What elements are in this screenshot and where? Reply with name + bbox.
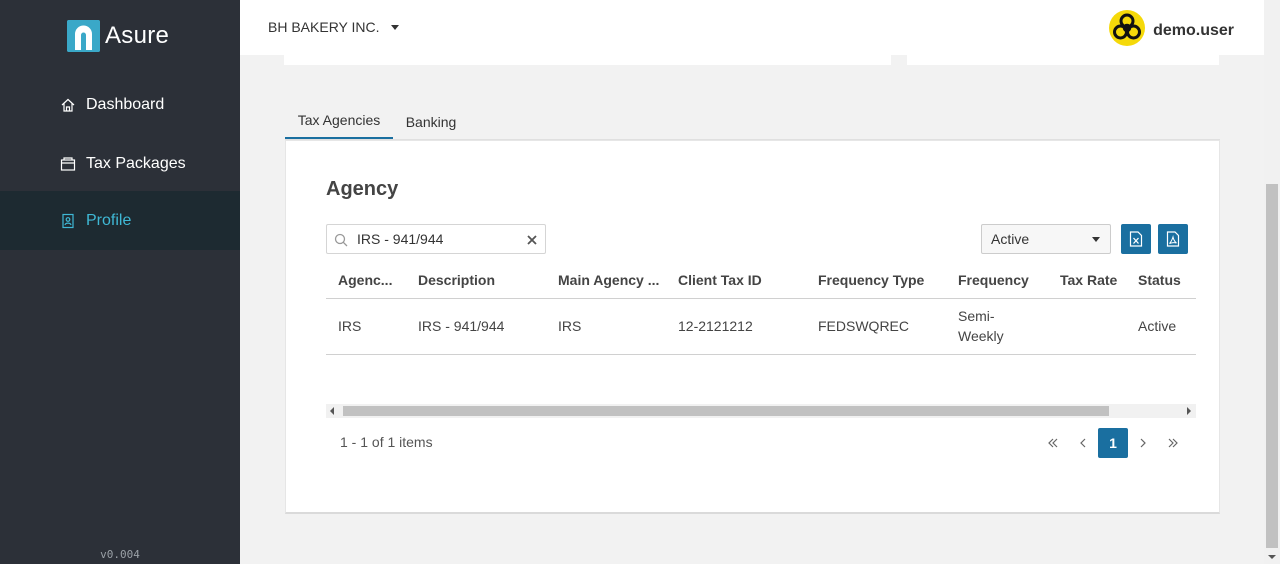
cell-main-agency: IRS (558, 318, 582, 334)
sidebar-item-dashboard[interactable]: Dashboard (0, 75, 240, 134)
chevron-down-icon (390, 24, 399, 30)
sidebar-item-profile[interactable]: Profile (0, 191, 240, 250)
sidebar: Asure Dashboard Tax Packages Profile v0.… (0, 0, 240, 564)
tab-banking[interactable]: Banking (397, 103, 465, 140)
column-header-frequency-type[interactable]: Frequency Type (818, 272, 924, 288)
chevron-down-icon (1092, 237, 1100, 242)
company-selector[interactable]: BH BAKERY INC. (268, 19, 399, 35)
scrollbar-thumb[interactable] (343, 406, 1109, 416)
column-header-frequency[interactable]: Frequency (958, 272, 1029, 288)
scroll-left-icon[interactable] (330, 407, 334, 415)
biohazard-icon (1109, 10, 1146, 46)
pdf-export-icon (1166, 231, 1180, 247)
chevron-left-icon (1080, 438, 1086, 448)
grid-header: Agenc... Description Main Agency ... Cli… (326, 260, 1196, 299)
home-icon (60, 97, 76, 113)
sidebar-item-label: Profile (86, 211, 132, 229)
tab-tax-agencies[interactable]: Tax Agencies (285, 103, 393, 140)
summary-card-left (284, 55, 891, 65)
profile-icon (60, 213, 76, 229)
brand-name: Asure (105, 22, 170, 49)
sidebar-item-label: Tax Packages (86, 154, 186, 172)
user-name: demo.user (1153, 21, 1234, 39)
scrollbar-thumb[interactable] (1266, 184, 1278, 548)
search-icon (334, 233, 348, 252)
cell-description: IRS - 941/944 (418, 318, 505, 334)
top-bar: BH BAKERY INC. demo.user (240, 0, 1264, 55)
cell-frequency-type: FEDSWQREC (818, 318, 909, 334)
excel-export-icon (1129, 231, 1143, 247)
cell-status: Active (1138, 318, 1177, 334)
scroll-down-icon[interactable] (1268, 555, 1276, 559)
user-menu[interactable]: demo.user (1109, 10, 1234, 51)
double-chevron-right-icon (1168, 438, 1178, 448)
cell-frequency: Semi- Weekly (958, 306, 1004, 346)
cell-agency: IRS (338, 318, 362, 334)
summary-card-right (907, 55, 1219, 65)
next-page-button[interactable] (1128, 428, 1158, 458)
page-vertical-scrollbar[interactable] (1264, 0, 1280, 564)
avatar (1109, 10, 1146, 51)
pager-info: 1 - 1 of 1 items (340, 434, 433, 450)
status-filter-dropdown[interactable]: Active (981, 224, 1111, 254)
package-icon (60, 156, 76, 172)
column-header-client-tax-id[interactable]: Client Tax ID (678, 272, 762, 288)
scroll-right-icon[interactable] (1187, 407, 1191, 415)
panel-title: Agency (326, 178, 399, 200)
column-header-status[interactable]: Status (1138, 272, 1181, 288)
sidebar-item-label: Dashboard (86, 95, 165, 113)
cell-frequency-line1: Semi- (958, 308, 995, 324)
column-header-tax-rate[interactable]: Tax Rate (1060, 272, 1117, 288)
previous-page-button[interactable] (1068, 428, 1098, 458)
cell-frequency-line2: Weekly (958, 328, 1004, 344)
app-version: v0.004 (100, 548, 140, 561)
page-button-current[interactable]: 1 (1098, 428, 1128, 458)
cell-client-tax-id: 12-2121212 (678, 318, 753, 334)
sidebar-item-tax-packages[interactable]: Tax Packages (0, 134, 240, 193)
grid-horizontal-scrollbar[interactable] (326, 404, 1196, 418)
export-pdf-button[interactable] (1158, 224, 1188, 254)
double-chevron-left-icon (1048, 438, 1058, 448)
first-page-button[interactable] (1038, 428, 1068, 458)
search-box (326, 224, 546, 254)
chevron-right-icon (1140, 438, 1146, 448)
status-filter-value: Active (991, 231, 1030, 247)
company-name: BH BAKERY INC. (268, 19, 380, 35)
clear-search-icon[interactable] (526, 233, 538, 251)
export-excel-button[interactable] (1121, 224, 1151, 254)
brand-logo[interactable]: Asure (67, 20, 169, 52)
search-input[interactable] (357, 230, 517, 248)
column-header-agency[interactable]: Agenc... (338, 272, 396, 288)
asure-logo-icon (67, 20, 100, 52)
table-row[interactable]: IRS IRS - 941/944 IRS 12-2121212 FEDSWQR… (326, 299, 1196, 355)
column-header-main-agency[interactable]: Main Agency ... (558, 272, 659, 288)
last-page-button[interactable] (1158, 428, 1188, 458)
column-header-description[interactable]: Description (418, 272, 495, 288)
